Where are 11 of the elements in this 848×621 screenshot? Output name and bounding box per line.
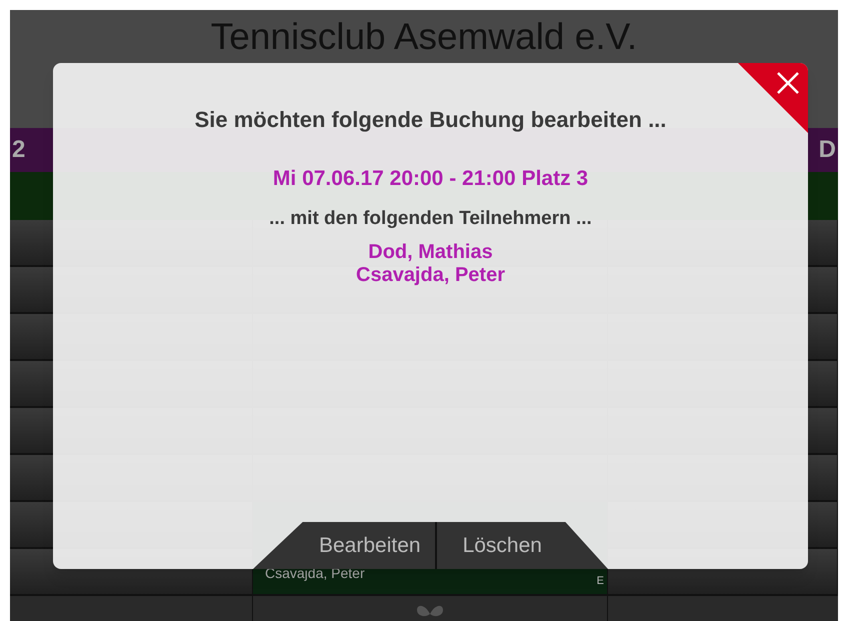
dialog-heading: Sie möchten folgende Buchung bearbeiten ... [194, 106, 666, 134]
close-icon [776, 71, 800, 95]
booking-mark: E [596, 574, 604, 589]
court-label: D [818, 135, 837, 165]
participant-name: Csavajda, Peter [356, 264, 505, 287]
booking-summary: Mi 07.06.17 20:00 - 21:00 Platz 3 [272, 166, 588, 192]
court-label: 2 [11, 135, 26, 165]
dialog-button[interactable]: Bearbeiten [271, 522, 437, 569]
dialog-subheading: ... mit den folgenden Teilnehmern ... [269, 206, 592, 230]
participant-name: Dod, Mathias [368, 241, 493, 264]
site-title: Tennisclub Asemwald e.V. [210, 18, 638, 55]
